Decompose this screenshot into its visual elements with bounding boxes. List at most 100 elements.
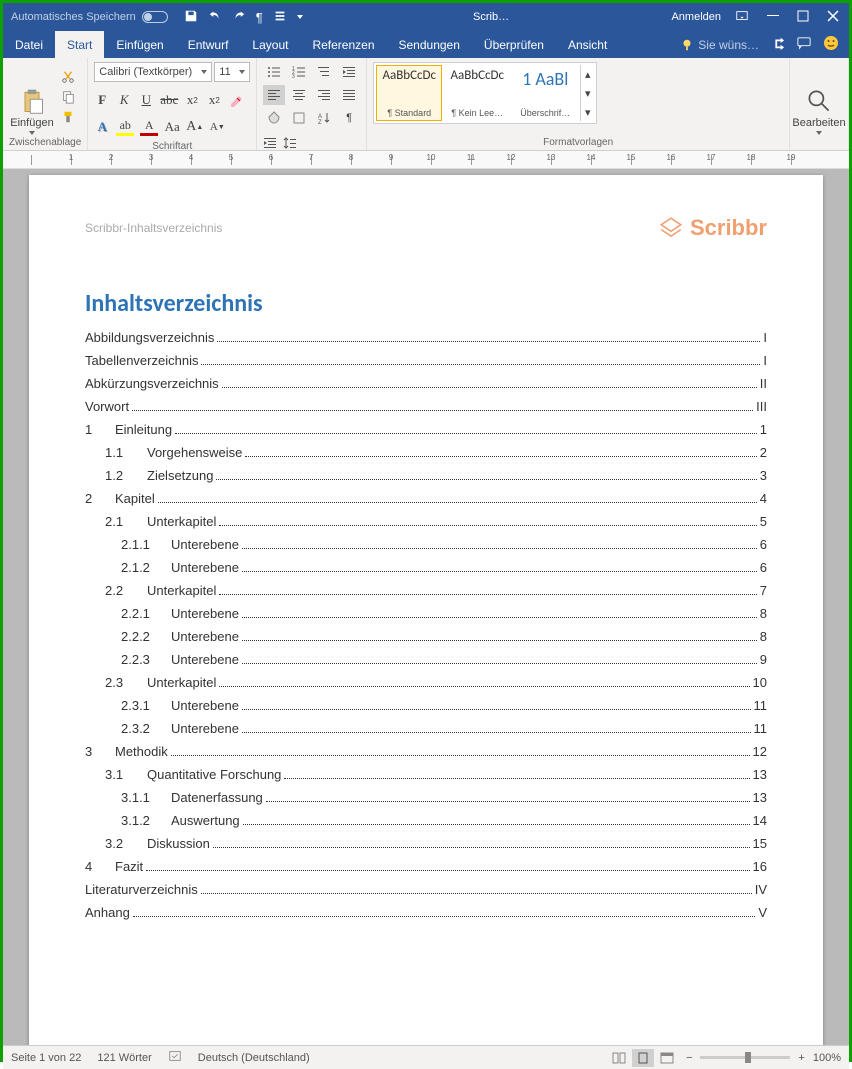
tab-start[interactable]: Start: [55, 31, 104, 58]
tab-ansicht[interactable]: Ansicht: [556, 31, 619, 58]
show-marks-icon[interactable]: ¶: [338, 108, 360, 128]
read-mode-icon[interactable]: [608, 1049, 630, 1067]
align-left-icon[interactable]: [263, 85, 285, 105]
decrease-indent-icon[interactable]: [338, 62, 360, 82]
toc-entry[interactable]: 2.3.2Unterebene11: [85, 721, 767, 736]
toc-entry[interactable]: 2.2.1Unterebene8: [85, 606, 767, 621]
autosave-toggle-group[interactable]: Automatisches Speichern: [3, 11, 176, 23]
find-button[interactable]: Bearbeiten: [796, 62, 842, 135]
toc-entry[interactable]: 1Einleitung1: [85, 422, 767, 437]
style-item[interactable]: AaBbCcDc¶ Kein Lee…: [444, 65, 510, 121]
align-center-icon[interactable]: [288, 85, 310, 105]
tab-datei[interactable]: Datei: [3, 31, 55, 58]
numbering-icon[interactable]: 123: [288, 62, 310, 82]
proofing-icon[interactable]: [168, 1049, 182, 1066]
toc-entry[interactable]: 3.2Diskussion15: [85, 836, 767, 851]
tab-entwurf[interactable]: Entwurf: [176, 31, 241, 58]
toc-entry[interactable]: 1.1Vorgehensweise2: [85, 445, 767, 460]
toc-entry[interactable]: 4Fazit16: [85, 859, 767, 874]
toc-entry[interactable]: AnhangV: [85, 905, 767, 920]
strikethrough-button[interactable]: abc: [160, 91, 178, 109]
sign-in-link[interactable]: Anmelden: [671, 11, 721, 23]
toc-entry[interactable]: 1.2Zielsetzung3: [85, 468, 767, 483]
styles-gallery[interactable]: AaBbCcDc¶ StandardAaBbCcDc¶ Kein Lee…1 A…: [373, 62, 597, 124]
line-spacing-icon[interactable]: [283, 136, 297, 150]
toc-entry[interactable]: 2.1Unterkapitel5: [85, 514, 767, 529]
document-title-heading[interactable]: Inhaltsverzeichnis: [85, 289, 767, 318]
toc-entry[interactable]: 2.2.2Unterebene8: [85, 629, 767, 644]
toc-entry[interactable]: 3.1.2Auswertung14: [85, 813, 767, 828]
paste-button[interactable]: Einfügen: [9, 62, 55, 135]
page[interactable]: Scribbr-Inhaltsverzeichnis Scribbr Inhal…: [29, 175, 823, 1045]
tab-einfügen[interactable]: Einfügen: [104, 31, 175, 58]
web-layout-icon[interactable]: [656, 1049, 678, 1067]
tab-überprüfen[interactable]: Überprüfen: [472, 31, 556, 58]
redo-icon[interactable]: [232, 9, 246, 26]
document-area[interactable]: Scribbr-Inhaltsverzeichnis Scribbr Inhal…: [3, 169, 849, 1045]
comments-icon[interactable]: [797, 36, 811, 53]
font-name-combo[interactable]: Calibri (Textkörper): [94, 62, 212, 82]
tab-layout[interactable]: Layout: [240, 31, 300, 58]
font-color-button[interactable]: A: [140, 118, 158, 136]
share-icon[interactable]: [771, 36, 785, 53]
toc-entry[interactable]: 2.3Unterkapitel10: [85, 675, 767, 690]
undo-icon[interactable]: [208, 9, 222, 26]
superscript-button[interactable]: x2: [206, 91, 222, 109]
underline-button[interactable]: U: [138, 91, 154, 109]
toc-entry[interactable]: LiteraturverzeichnisIV: [85, 882, 767, 897]
grow-font-icon[interactable]: A▲: [186, 118, 203, 136]
toc-entry[interactable]: 3.1.1Datenerfassung13: [85, 790, 767, 805]
autosave-toggle[interactable]: [142, 11, 168, 23]
tab-sendungen[interactable]: Sendungen: [387, 31, 472, 58]
bullets-icon[interactable]: [263, 62, 285, 82]
tell-me-search[interactable]: Sie wüns…: [680, 38, 759, 52]
format-painter-icon[interactable]: [61, 110, 75, 127]
toc-entry[interactable]: 2.1.1Unterebene6: [85, 537, 767, 552]
align-right-icon[interactable]: [313, 85, 335, 105]
ribbon-display-icon[interactable]: [735, 9, 749, 26]
multilevel-list-icon[interactable]: [313, 62, 335, 82]
increase-indent-icon[interactable]: [263, 136, 277, 150]
toc-entry[interactable]: 2.1.2Unterebene6: [85, 560, 767, 575]
minimize-icon[interactable]: [767, 10, 779, 25]
zoom-slider[interactable]: [700, 1056, 790, 1059]
style-item[interactable]: 1 AaBlÜberschrif…: [512, 65, 578, 121]
toc-entry[interactable]: 3.1Quantitative Forschung13: [85, 767, 767, 782]
horizontal-ruler[interactable]: 12345678910111213141516171819: [3, 151, 849, 169]
toc-entry[interactable]: 2.2Unterkapitel7: [85, 583, 767, 598]
toc-entry[interactable]: TabellenverzeichnisI: [85, 353, 767, 368]
copy-icon[interactable]: [61, 90, 75, 107]
gallery-more[interactable]: ▴▾▾: [580, 65, 594, 121]
subscript-button[interactable]: x2: [184, 91, 200, 109]
close-icon[interactable]: [827, 10, 839, 25]
toc-entry[interactable]: VorwortIII: [85, 399, 767, 414]
shrink-font-icon[interactable]: A▼: [209, 118, 225, 136]
pilcrow-icon[interactable]: ¶: [256, 10, 263, 25]
borders-icon[interactable]: [288, 108, 310, 128]
change-case-button[interactable]: Aa: [164, 118, 180, 136]
sort-icon[interactable]: AZ: [313, 108, 335, 128]
bold-button[interactable]: F: [94, 91, 110, 109]
highlight-color-button[interactable]: ab: [116, 118, 134, 136]
cut-icon[interactable]: [61, 70, 75, 87]
toc-entry[interactable]: AbkürzungsverzeichnisII: [85, 376, 767, 391]
toc-entry[interactable]: 3Methodik12: [85, 744, 767, 759]
tab-referenzen[interactable]: Referenzen: [300, 31, 386, 58]
style-item[interactable]: AaBbCcDc¶ Standard: [376, 65, 442, 121]
toc-entry[interactable]: 2.3.1Unterebene11: [85, 698, 767, 713]
print-layout-icon[interactable]: [632, 1049, 654, 1067]
maximize-icon[interactable]: [797, 10, 809, 25]
justify-icon[interactable]: [338, 85, 360, 105]
text-effects-icon[interactable]: A: [94, 118, 110, 136]
italic-button[interactable]: K: [116, 91, 132, 109]
toc-entry[interactable]: AbbildungsverzeichnisI: [85, 330, 767, 345]
toc-entry[interactable]: 2Kapitel4: [85, 491, 767, 506]
table-of-contents[interactable]: AbbildungsverzeichnisI Tabellenverzeichni…: [85, 330, 767, 920]
shading-icon[interactable]: [263, 108, 285, 128]
font-size-combo[interactable]: 11: [214, 62, 250, 82]
emoji-icon[interactable]: [823, 35, 839, 54]
touch-mode-icon[interactable]: [273, 9, 287, 26]
clear-formatting-icon[interactable]: [228, 91, 244, 109]
qat-customize-icon[interactable]: [297, 15, 303, 19]
toc-entry[interactable]: 2.2.3Unterebene9: [85, 652, 767, 667]
